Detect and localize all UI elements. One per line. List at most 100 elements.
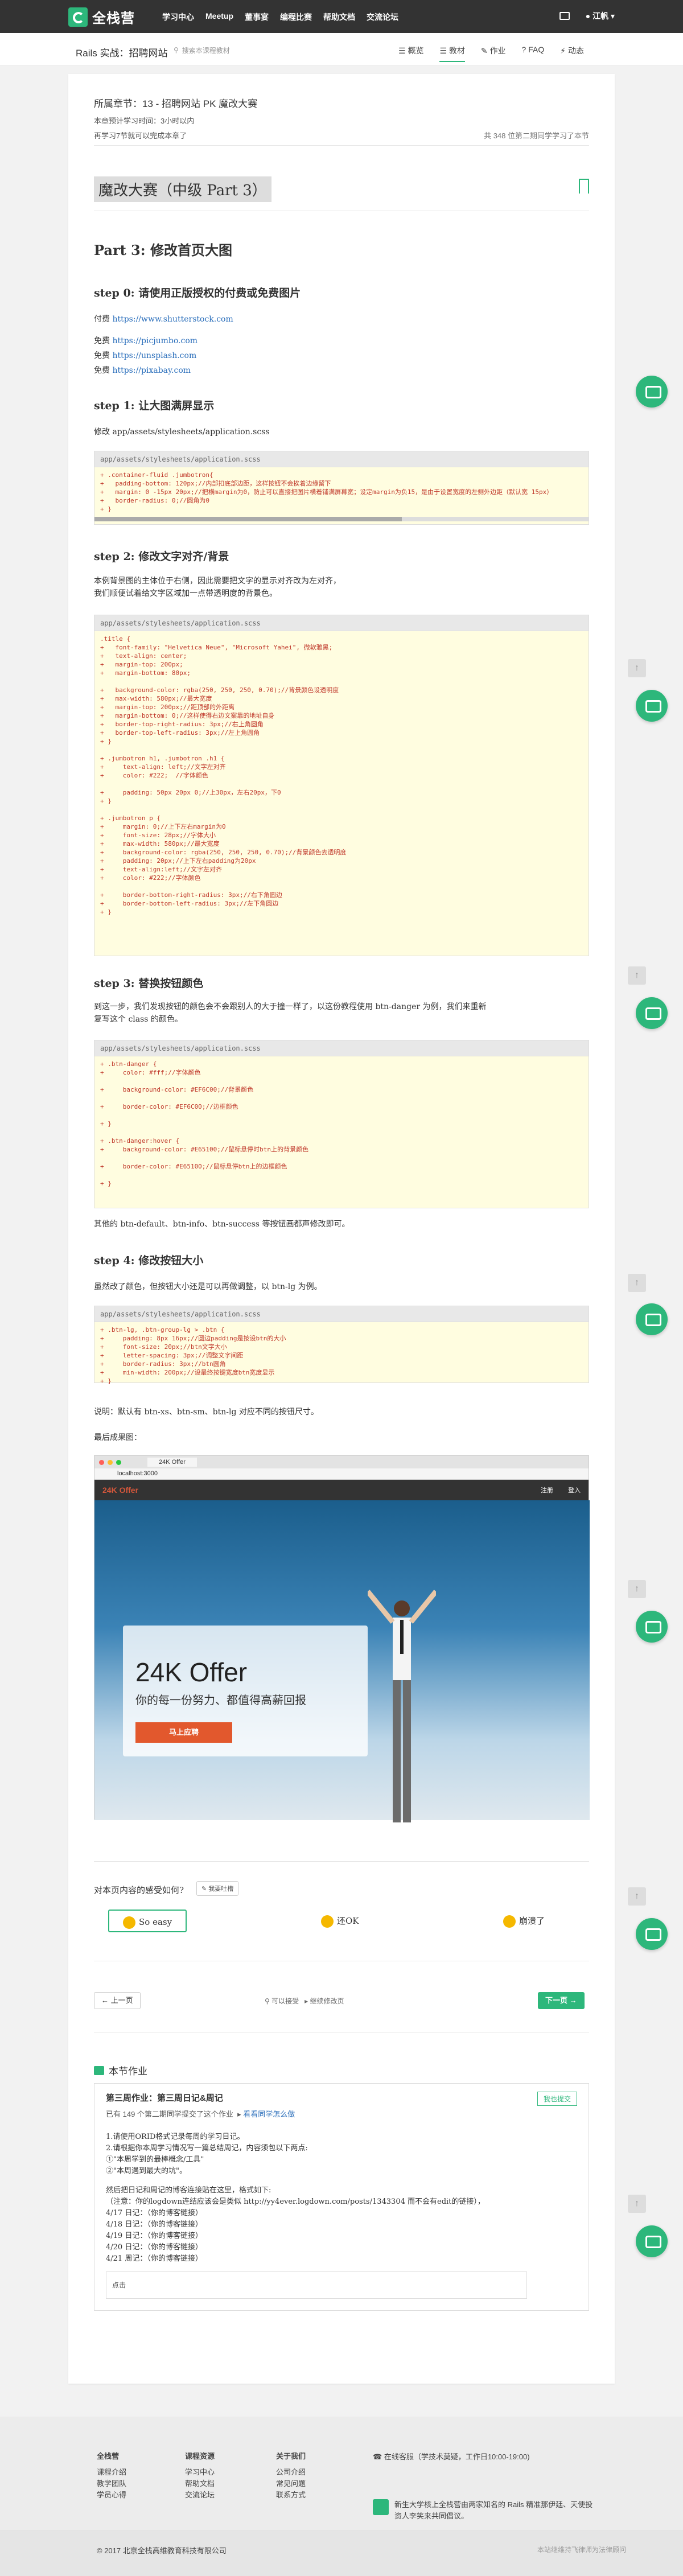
pager-hint-2[interactable]: 继续修改页 (310, 1997, 344, 2005)
see-others-link[interactable]: 看看同学怎么做 (243, 2110, 295, 2118)
homework-title: 第三周作业：第三周日记&周记 (106, 2093, 223, 2103)
neutral-face-icon (321, 1915, 334, 1928)
course-tabs: ☰ 概览 ☰ 教材 ✎ 作业 ? FAQ ⚡ 动态 (398, 45, 584, 62)
chat-fab-icon[interactable] (636, 1918, 668, 1950)
feedback-easy[interactable]: So easy (108, 1910, 187, 1932)
footer-link[interactable]: 常见问题 (276, 2478, 306, 2489)
footer-link[interactable]: 学习中心 (185, 2467, 215, 2478)
footer-col-title: 课程资源 (185, 2452, 215, 2460)
result-screenshot: 24K Offer localhost:3000 24K Offer 注册 登入… (94, 1455, 590, 1822)
site-logo[interactable]: 全栈营 (68, 7, 135, 27)
footer-link[interactable]: 联系方式 (276, 2489, 306, 2501)
step2-heading: step 2: 修改文字对齐/背景 (94, 550, 229, 563)
homework-day: 4/21 周记：（你的博客链接） (106, 2254, 203, 2263)
submit-count: 已有 149 个第二期同学提交了这个作业 (106, 2110, 233, 2118)
course-search[interactable]: ⚲ 搜索本课程教材 (174, 44, 276, 56)
search-input[interactable]: 搜索本课程教材 (182, 46, 230, 55)
homework-line: 1.请使用ORID格式记录每周的学习日记。 (106, 2133, 245, 2141)
code-block: app/assets/stylesheets/application.scss … (94, 615, 589, 956)
menu-item-dinner[interactable]: 董事宴 (245, 11, 269, 23)
pager-hint-1[interactable]: 可以接受 (271, 1997, 299, 2005)
browser-chrome: 24K Offer (94, 1456, 589, 1468)
scroll-up-button[interactable]: ↑ (628, 1274, 646, 1292)
step0-heading: step 0: 请使用正版授权的付费或免费图片 (94, 287, 301, 299)
code-scrollbar[interactable] (94, 517, 589, 521)
code-block: app/assets/stylesheets/application.scss … (94, 1040, 589, 1208)
next-page-button[interactable]: 下一页 → (538, 1992, 585, 2009)
online-service[interactable]: ☎ 在线客服（学技术莫疑，工作日10:00-19:00) (373, 2451, 530, 2462)
menu-item-forum[interactable]: 交流论坛 (367, 11, 398, 23)
free-source: 免费 https://unsplash.com (94, 349, 196, 362)
footer-link[interactable]: 交流论坛 (185, 2489, 215, 2501)
free-label: 免费 (94, 336, 113, 345)
chat-fab-icon[interactable] (636, 690, 668, 722)
tab-activity[interactable]: ⚡ 动态 (560, 45, 584, 62)
chat-fab-icon[interactable] (636, 2225, 668, 2257)
shutterstock-link[interactable]: https://www.shutterstock.com (112, 315, 233, 324)
step4-note: 说明：默认有 btn-xs、btn-sm、btn-lg 对应不同的按钮尺寸。 (94, 1408, 319, 1417)
footer-link[interactable]: 公司介绍 (276, 2467, 306, 2478)
footer-col-resources: 课程资源 学习中心 帮助文档 交流论坛 (185, 2451, 215, 2501)
course-title[interactable]: Rails 实战：招聘网站 (76, 45, 168, 59)
unsplash-link[interactable]: https://unsplash.com (112, 351, 196, 360)
feedback-label: 崩溃了 (519, 1916, 545, 1926)
motto-text: 新生大学核上全栈营由两家知名的 Rails 精准那伊廷、天使投资人李笑来共同倡议… (394, 2500, 593, 2520)
next-label: 下一页 (545, 1996, 568, 2005)
free-label: 免费 (94, 366, 113, 375)
chat-fab-icon[interactable] (636, 1611, 668, 1643)
tab-homework[interactable]: ✎ 作业 (481, 45, 506, 62)
menu-item-learning[interactable]: 学习中心 (162, 11, 194, 23)
code-filename: app/assets/stylesheets/application.scss (94, 1306, 589, 1322)
scroll-up-button[interactable]: ↑ (628, 966, 646, 985)
register-link: 注册 (541, 1487, 553, 1494)
tab-label: 动态 (567, 46, 584, 55)
chat-fab-icon[interactable] (636, 376, 668, 408)
tab-overview[interactable]: ☰ 概览 (398, 45, 423, 62)
homework-input[interactable]: 点击 (106, 2272, 527, 2299)
mail-icon[interactable] (559, 12, 570, 20)
chapter-remaining: 再学习7节就可以完成本章了 (94, 131, 187, 140)
homework-line: ①"本周学到的最棒概念/工具" (106, 2155, 204, 2164)
code-block: app/assets/stylesheets/application.scss … (94, 1306, 589, 1385)
step1-heading: step 1: 让大图满屏显示 (94, 400, 215, 412)
scroll-up-button[interactable]: ↑ (628, 1580, 646, 1598)
lesson-card: 所属章节：13 - 招聘网站 PK 魔改大赛 本章预计学习时间：3小时以内 再学… (68, 74, 615, 2384)
chat-fab-icon[interactable] (636, 997, 668, 1029)
picjumbo-link[interactable]: https://picjumbo.com (112, 336, 198, 345)
scroll-up-button[interactable]: ↑ (628, 2195, 646, 2213)
legal-note: 本站继维持飞律师为法律顾问 (537, 2546, 626, 2554)
homework-body: 1.请使用ORID格式记录每周的学习日记。 2.请根据你本周学习情况写一篇总结周… (106, 2131, 577, 2265)
zoom-dot-icon (116, 1459, 121, 1465)
tab-faq[interactable]: ? FAQ (522, 45, 545, 62)
step4-heading: step 4: 修改按钮大小 (94, 1254, 204, 1267)
free-label: 免费 (94, 351, 113, 360)
submit-homework-button[interactable]: 我也提交 (537, 2092, 577, 2106)
scroll-up-button[interactable]: ↑ (628, 659, 646, 677)
feedback-crash[interactable]: 崩溃了 (489, 1910, 558, 1932)
step3-desc2: 复写这个 class 的颜色。 (94, 1015, 183, 1024)
feedback-label: So easy (139, 1917, 172, 1927)
prev-page-button[interactable]: ← 上一页 (94, 1992, 141, 2009)
chapter-title[interactable]: 所属章节：13 - 招聘网站 PK 魔改大赛 (94, 96, 257, 110)
footer-link[interactable]: 帮助文档 (185, 2478, 215, 2489)
homework-day: 4/19 日记：（你的博客链接） (106, 2232, 203, 2240)
result-label: 最后成果图： (94, 1433, 142, 1442)
feedback-ok[interactable]: 还OK (307, 1910, 373, 1932)
homework-line: ②"本周遇到最大的坑"。 (106, 2167, 187, 2175)
homework-section-title: 本节作业 (109, 2066, 147, 2077)
tab-materials[interactable]: ☰ 教材 (439, 45, 465, 62)
menu-item-contest[interactable]: 编程比赛 (280, 11, 312, 23)
pixabay-link[interactable]: https://pixabay.com (112, 366, 191, 375)
footer-link[interactable]: 课程介绍 (97, 2467, 126, 2478)
footer-link[interactable]: 教学团队 (97, 2478, 126, 2489)
homework-day: 4/18 日记：（你的博客链接） (106, 2220, 203, 2229)
step2-desc1: 本例背景图的主体位于右侧，因此需要把文字的显示对齐改为左对齐， (94, 577, 341, 586)
scroll-up-button[interactable]: ↑ (628, 1887, 646, 1906)
menu-item-meetup[interactable]: Meetup (205, 11, 233, 23)
bookmark-icon[interactable] (579, 179, 589, 194)
menu-item-docs[interactable]: 帮助文档 (323, 11, 355, 23)
footer-link[interactable]: 学员心得 (97, 2489, 126, 2501)
chat-fab-icon[interactable] (636, 1303, 668, 1335)
user-menu[interactable]: ● 江帆 ▾ (586, 10, 615, 22)
complain-button[interactable]: ✎ 我要吐槽 (196, 1881, 239, 1896)
